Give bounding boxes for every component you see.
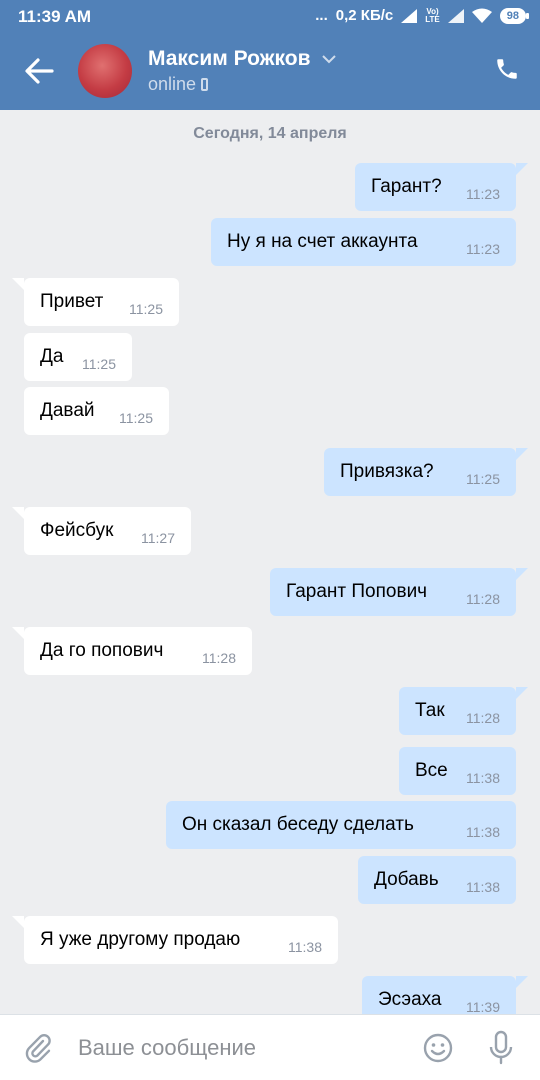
outgoing-message[interactable]: Привязка? 11:25	[324, 448, 528, 496]
bubble-tail	[516, 448, 528, 460]
phone-call-icon[interactable]	[494, 56, 520, 82]
message-text: Добавь	[374, 869, 439, 890]
message-time: 11:28	[202, 650, 236, 666]
message-text: Все	[415, 760, 448, 781]
outgoing-message[interactable]: Он сказал беседу сделать 11:38	[166, 801, 516, 849]
outgoing-message[interactable]: Гарант Попович 11:28	[270, 568, 528, 616]
message-text: Привет	[40, 291, 104, 312]
status-right: ... 0,2 КБ/с Vo) LTE 98	[315, 6, 530, 24]
back-arrow-icon[interactable]	[22, 56, 56, 86]
message-time: 11:39	[466, 999, 500, 1014]
message-list[interactable]: Сегодня, 14 апреля Гарант? 11:23 Ну я на с…	[0, 110, 540, 1014]
message-time: 11:27	[141, 530, 175, 546]
message-text: Ну я на счет аккаунта	[227, 231, 418, 252]
bubble-tail	[12, 278, 24, 290]
presence-text: online	[148, 74, 197, 94]
battery-icon: 98	[499, 7, 530, 24]
date-separator: Сегодня, 14 апреля	[193, 125, 347, 142]
bubble-tail	[12, 916, 24, 928]
outgoing-message[interactable]: Ну я на счет аккаунта 11:23	[211, 218, 516, 266]
message-time: 11:23	[466, 186, 500, 202]
incoming-message[interactable]: Привет 11:25	[12, 278, 179, 326]
bubble-tail	[12, 627, 24, 639]
bubble-tail	[12, 507, 24, 519]
message-time: 11:28	[466, 710, 500, 726]
chevron-down-icon	[322, 55, 337, 64]
wifi-icon	[471, 8, 492, 23]
outgoing-message[interactable]: Добавь 11:38	[358, 856, 516, 904]
outgoing-message[interactable]: Эсэаха 11:39	[362, 976, 528, 1014]
message-text: Гарант?	[371, 176, 442, 197]
volte-icon: Vo) LTE	[425, 6, 440, 24]
signal-icon-2	[447, 8, 464, 23]
outgoing-message[interactable]: Гарант? 11:23	[355, 163, 528, 211]
incoming-message[interactable]: Давай 11:25	[24, 387, 169, 435]
message-text: Гарант Попович	[286, 581, 428, 602]
message-text: Да го попович	[40, 640, 164, 661]
bubble-tail	[516, 687, 528, 699]
message-text: Фейсбук	[40, 520, 114, 541]
top-bar: 11:39 AM ... 0,2 КБ/с Vo) LTE 98 Максим Р…	[0, 0, 540, 110]
message-time: 11:25	[82, 356, 116, 372]
phone-device-icon	[201, 78, 209, 91]
message-text: Давай	[40, 400, 95, 421]
emoji-icon[interactable]	[422, 1032, 454, 1064]
incoming-message[interactable]: Да го попович 11:28	[12, 627, 252, 675]
status-speed: 0,2 КБ/с	[335, 7, 394, 24]
paperclip-icon[interactable]	[22, 1032, 54, 1064]
contact-name: Максим Рожков	[148, 47, 311, 70]
presence-status: online	[148, 74, 209, 95]
message-text: Эсэаха	[378, 989, 442, 1010]
bubble-tail	[516, 568, 528, 580]
bubble-tail	[516, 163, 528, 175]
contact-name-row[interactable]: Максим Рожков	[148, 47, 337, 71]
signal-icon	[401, 8, 418, 23]
microphone-icon[interactable]	[484, 1030, 518, 1066]
message-time: 11:28	[466, 591, 500, 607]
message-input[interactable]	[78, 1033, 398, 1063]
status-time: 11:39 AM	[18, 7, 92, 26]
composer	[0, 1014, 540, 1080]
outgoing-message[interactable]: Так 11:28	[399, 687, 528, 735]
message-time: 11:38	[466, 824, 500, 840]
message-text: Да	[40, 346, 64, 367]
message-time: 11:25	[466, 471, 500, 487]
status-dots: ...	[315, 7, 328, 24]
outgoing-message[interactable]: Все 11:38	[399, 747, 516, 795]
message-text: Так	[415, 700, 445, 721]
incoming-message[interactable]: Фейсбук 11:27	[12, 507, 191, 555]
bubble-tail	[516, 976, 528, 988]
chat-header: Максим Рожков online	[0, 34, 540, 110]
message-text: Он сказал беседу сделать	[182, 814, 414, 835]
message-time: 11:25	[129, 301, 163, 317]
message-time: 11:23	[466, 241, 500, 257]
message-time: 11:38	[288, 939, 322, 955]
avatar[interactable]	[78, 44, 132, 98]
message-text: Привязка?	[340, 461, 434, 482]
message-text: Я уже другому продаю	[40, 929, 241, 950]
message-time: 11:38	[466, 770, 500, 786]
message-time: 11:38	[466, 879, 500, 895]
message-time: 11:25	[119, 410, 153, 426]
incoming-message[interactable]: Я уже другому продаю 11:38	[12, 916, 338, 964]
incoming-message[interactable]: Да 11:25	[24, 333, 132, 381]
status-bar: 11:39 AM ... 0,2 КБ/с Vo) LTE 98	[0, 0, 540, 34]
